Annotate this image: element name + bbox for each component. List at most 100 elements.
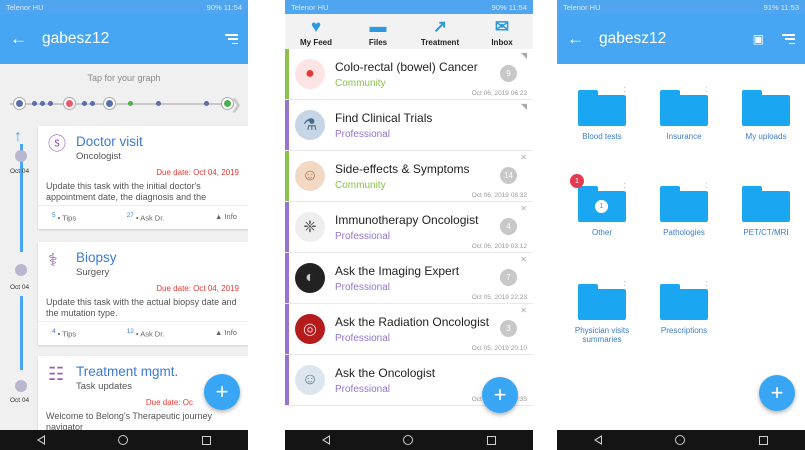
- task-description: Welcome to Belong's Therapeutic journey …: [46, 411, 212, 430]
- sort-icon[interactable]: [782, 34, 795, 44]
- nav-recents-icon[interactable]: [487, 435, 497, 445]
- feed-title: Find Clinical Trials: [335, 110, 433, 125]
- folder-label: My uploads: [745, 132, 787, 141]
- feed-type: Professional: [335, 128, 391, 140]
- feed-item[interactable]: ❈ Immunotherapy Oncologist Professional …: [285, 202, 533, 253]
- folder-icon: ▬: [369, 17, 387, 36]
- timeline-next-icon[interactable]: ❯: [230, 96, 242, 113]
- nav-recents-icon[interactable]: [202, 435, 212, 445]
- pin-icon[interactable]: ◥: [521, 51, 527, 60]
- add-fab-button[interactable]: +: [759, 375, 795, 411]
- add-fab-button[interactable]: +: [204, 374, 240, 410]
- pin-icon[interactable]: ◥: [521, 102, 527, 111]
- main-tab-bar: ♥ My Feed ▬ Files ↗ Treatment ✉ Inbox: [285, 14, 533, 49]
- folder-insurance[interactable]: · · · Insurance: [653, 84, 715, 141]
- task-card-doctor-visit[interactable]: ⓢ Doctor visit Oncologist Due date: Oct …: [38, 126, 248, 229]
- task-name: Treatment mgmt.: [76, 364, 179, 379]
- inbox-icon: ✉: [494, 17, 510, 36]
- more-vert-icon[interactable]: · · ·: [705, 84, 708, 100]
- folder-prescriptions[interactable]: · · · Prescriptions: [653, 278, 715, 335]
- battery-text: 90%: [206, 2, 222, 12]
- tips-button[interactable]: 5 • Tips: [52, 212, 76, 223]
- mute-icon[interactable]: ✕: [520, 153, 527, 162]
- nav-recents-icon[interactable]: [759, 435, 769, 445]
- more-vert-icon[interactable]: · · ·: [623, 180, 626, 196]
- timeline-dot: [40, 101, 45, 106]
- nav-home-icon[interactable]: [403, 435, 414, 445]
- timeline-node[interactable]: [64, 98, 75, 109]
- nurse-icon: ☺: [295, 161, 325, 191]
- feed-title: Ask the Radiation Oncologist: [335, 314, 490, 329]
- more-vert-icon[interactable]: · · ·: [705, 278, 708, 294]
- info-button[interactable]: ▲ Info: [215, 328, 237, 339]
- more-vert-icon[interactable]: · · ·: [623, 278, 626, 294]
- nav-home-icon[interactable]: [118, 435, 129, 445]
- feed-title: Ask the Imaging Expert: [335, 263, 460, 278]
- folder-my-uploads[interactable]: My uploads: [735, 90, 797, 141]
- timeline-dot: [128, 101, 133, 106]
- folder-label: Other: [591, 228, 612, 237]
- tab-inbox[interactable]: ✉ Inbox: [478, 16, 526, 47]
- folder-label: PET/CT/MRI: [743, 228, 789, 237]
- feed-item[interactable]: ◐ Ask the Imaging Expert Professional ✕ …: [285, 253, 533, 304]
- task-card-biopsy[interactable]: ⚕ Biopsy Surgery Due date: Oct 04, 2019 …: [38, 242, 248, 345]
- folder-pathologies[interactable]: · · · Pathologies: [653, 180, 715, 237]
- folder-label: Pathologies: [663, 228, 705, 237]
- timeline-node[interactable]: [104, 98, 115, 109]
- tab-files[interactable]: ▬ Files: [354, 16, 402, 47]
- nav-back-icon[interactable]: [321, 435, 330, 445]
- category-bar: [285, 49, 289, 99]
- task-description: Update this task with the initial doctor…: [46, 181, 207, 202]
- feed-item[interactable]: ● Colo-rectal (bowel) Cancer Community ◥…: [285, 49, 533, 100]
- feed-timestamp: Oct 06, 2019 06:22: [471, 90, 527, 97]
- feed-item[interactable]: ◎ Ask the Radiation Oncologist Professio…: [285, 304, 533, 355]
- graph-hint[interactable]: Tap for your graph: [0, 64, 248, 90]
- feed-type: Professional: [335, 332, 391, 344]
- nav-home-icon[interactable]: [675, 435, 686, 445]
- info-button[interactable]: ▲ Info: [215, 212, 237, 223]
- feed-type: Professional: [335, 281, 391, 293]
- folder-physician-visits[interactable]: · · · Physician visits summaries: [567, 278, 637, 345]
- folder-other[interactable]: 1 1 · · · Other: [570, 174, 633, 237]
- add-fab-button[interactable]: +: [482, 377, 518, 413]
- clock-text: 11:54: [508, 2, 527, 12]
- mute-icon[interactable]: ✕: [520, 306, 527, 315]
- android-nav-bar: [557, 430, 805, 450]
- nav-back-icon[interactable]: [593, 435, 602, 445]
- comment-count: 4: [500, 218, 517, 235]
- task-actions: 4 • Tips 12 • Ask Dr. ▲ Info: [38, 321, 248, 345]
- comment-count: 9: [500, 65, 517, 82]
- folder-pet-ct-mri[interactable]: PET/CT/MRI: [735, 186, 797, 237]
- app-bar: ← gabesz12 ▣: [557, 14, 805, 64]
- more-vert-icon[interactable]: · · ·: [623, 84, 626, 100]
- tips-button[interactable]: 4 • Tips: [52, 328, 76, 339]
- folder-blood-tests[interactable]: · · · Blood tests: [571, 84, 633, 141]
- tab-treatment[interactable]: ↗ Treatment: [416, 16, 464, 47]
- tab-my-feed[interactable]: ♥ My Feed: [292, 16, 340, 47]
- task-name: Biopsy: [76, 250, 117, 265]
- timeline-dot: [32, 101, 37, 106]
- progress-timeline[interactable]: ❯: [6, 90, 242, 118]
- mute-icon[interactable]: ✕: [520, 204, 527, 213]
- rail-dot: [15, 150, 27, 162]
- feed-item[interactable]: ⚗ Find Clinical Trials Professional ◥: [285, 100, 533, 151]
- ask-doctor-button[interactable]: 12 • Ask Dr.: [127, 328, 165, 339]
- calendar-icon[interactable]: ▣: [753, 32, 764, 46]
- folder-icon: [742, 95, 790, 126]
- timeline-dot: [90, 101, 95, 106]
- back-arrow-icon[interactable]: ←: [10, 29, 38, 49]
- timeline-node[interactable]: [14, 98, 25, 109]
- rail-dot: [15, 380, 27, 392]
- category-bar: [285, 355, 289, 405]
- folder-icon: [660, 289, 708, 320]
- sort-icon[interactable]: [225, 34, 238, 44]
- ask-doctor-button[interactable]: 27 • Ask Dr.: [127, 212, 165, 223]
- nav-back-icon[interactable]: [36, 435, 45, 445]
- heart-icon: ♥: [310, 17, 322, 36]
- more-vert-icon[interactable]: · · ·: [705, 180, 708, 196]
- screen-feed: Telenor HU 90% 11:54 ♥ My Feed ▬ Files ↗ Tr…: [285, 0, 533, 450]
- timeline-dot: [156, 101, 161, 106]
- mute-icon[interactable]: ✕: [520, 255, 527, 264]
- feed-item[interactable]: ☺ Side-effects & Symptoms Community ✕ 14…: [285, 151, 533, 202]
- back-arrow-icon[interactable]: ←: [567, 29, 595, 49]
